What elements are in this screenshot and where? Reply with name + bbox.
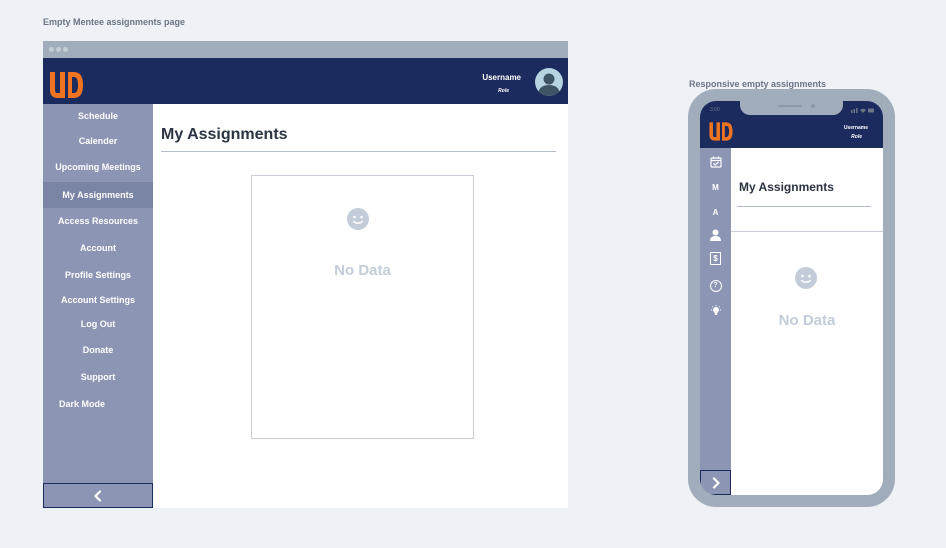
- desktop-window: Username Role Schedule Calender Upcoming…: [43, 41, 568, 508]
- header-role: Role: [498, 88, 509, 94]
- mobile-header: 3:00 Username Role: [700, 101, 883, 148]
- page-title: My Assignments: [161, 126, 288, 143]
- sidebar-item-log-out[interactable]: Log Out: [43, 319, 153, 329]
- mobile-role: Role: [851, 134, 862, 140]
- sidebar-item-account-settings[interactable]: Account Settings: [43, 295, 153, 305]
- empty-state-text: No Data: [334, 262, 391, 279]
- smiley-icon: [795, 267, 817, 289]
- sidebar-item-schedule[interactable]: Schedule: [43, 111, 153, 121]
- chevron-right-icon: [712, 476, 720, 489]
- chevron-left-icon: [94, 489, 102, 502]
- sidebar-item-dark-mode[interactable]: Dark Mode: [43, 399, 153, 409]
- meetings-icon[interactable]: M: [707, 179, 724, 196]
- brand-logo-icon[interactable]: [48, 70, 85, 100]
- mobile-title-divider: [737, 206, 871, 207]
- sidebar-expand-button[interactable]: [700, 470, 731, 495]
- phone-screen: 3:00 Username Role M A $ ? My Assignment…: [700, 101, 883, 495]
- mobile-caption: Responsive empty assignments: [689, 79, 827, 89]
- sidebar-item-upcoming-meetings[interactable]: Upcoming Meetings: [43, 162, 153, 172]
- sidebar-item-calender[interactable]: Calender: [43, 136, 153, 146]
- app-header: Username Role: [43, 58, 568, 104]
- phone-notch: [740, 101, 843, 115]
- mobile-username: Username: [843, 125, 868, 131]
- brand-logo-icon[interactable]: [708, 121, 734, 142]
- mobile-section-divider: [731, 231, 883, 232]
- sidebar-item-support[interactable]: Support: [43, 372, 153, 382]
- window-dot-icon: [49, 47, 54, 52]
- avatar[interactable]: [535, 68, 563, 96]
- lightbulb-icon[interactable]: [707, 302, 724, 319]
- desktop-caption: Empty Mentee assignments page: [43, 17, 186, 27]
- sidebar-item-account[interactable]: Account: [43, 243, 153, 253]
- window-titlebar: [43, 41, 568, 58]
- assignments-icon[interactable]: A: [707, 204, 724, 221]
- sidebar-item-access-resources[interactable]: Access Resources: [43, 216, 153, 226]
- mobile-empty-state-text: No Data: [778, 312, 836, 329]
- user-avatar-icon: [538, 73, 560, 96]
- sidebar-item-profile-settings[interactable]: Profile Settings: [43, 270, 153, 280]
- status-indicators-icon: [851, 108, 874, 113]
- speaker-icon: [778, 105, 802, 107]
- sidebar-item-my-assignments[interactable]: My Assignments: [43, 182, 153, 208]
- main-content: My Assignments No Data: [153, 104, 568, 508]
- mobile-main-content: My Assignments No Data: [731, 148, 883, 495]
- dollar-icon[interactable]: $: [707, 250, 724, 267]
- camera-icon: [811, 104, 815, 108]
- window-dot-icon: [56, 47, 61, 52]
- header-username: Username: [482, 73, 521, 82]
- sidebar-collapse-button[interactable]: [43, 483, 153, 508]
- smiley-icon: [347, 208, 369, 230]
- phone-frame: 3:00 Username Role M A $ ? My Assignment…: [688, 89, 895, 507]
- window-dot-icon: [63, 47, 68, 52]
- sidebar-item-donate[interactable]: Donate: [43, 345, 153, 355]
- sidebar: Schedule Calender Upcoming Meetings My A…: [43, 104, 153, 508]
- title-divider: [161, 151, 556, 152]
- mobile-page-title: My Assignments: [739, 180, 834, 194]
- status-time: 3:00: [710, 107, 720, 113]
- calendar-check-icon[interactable]: [707, 153, 724, 170]
- user-icon[interactable]: [707, 226, 724, 243]
- mobile-sidebar: M A $ ?: [700, 148, 731, 495]
- empty-state-card: No Data: [251, 175, 474, 439]
- help-icon[interactable]: ?: [707, 277, 724, 294]
